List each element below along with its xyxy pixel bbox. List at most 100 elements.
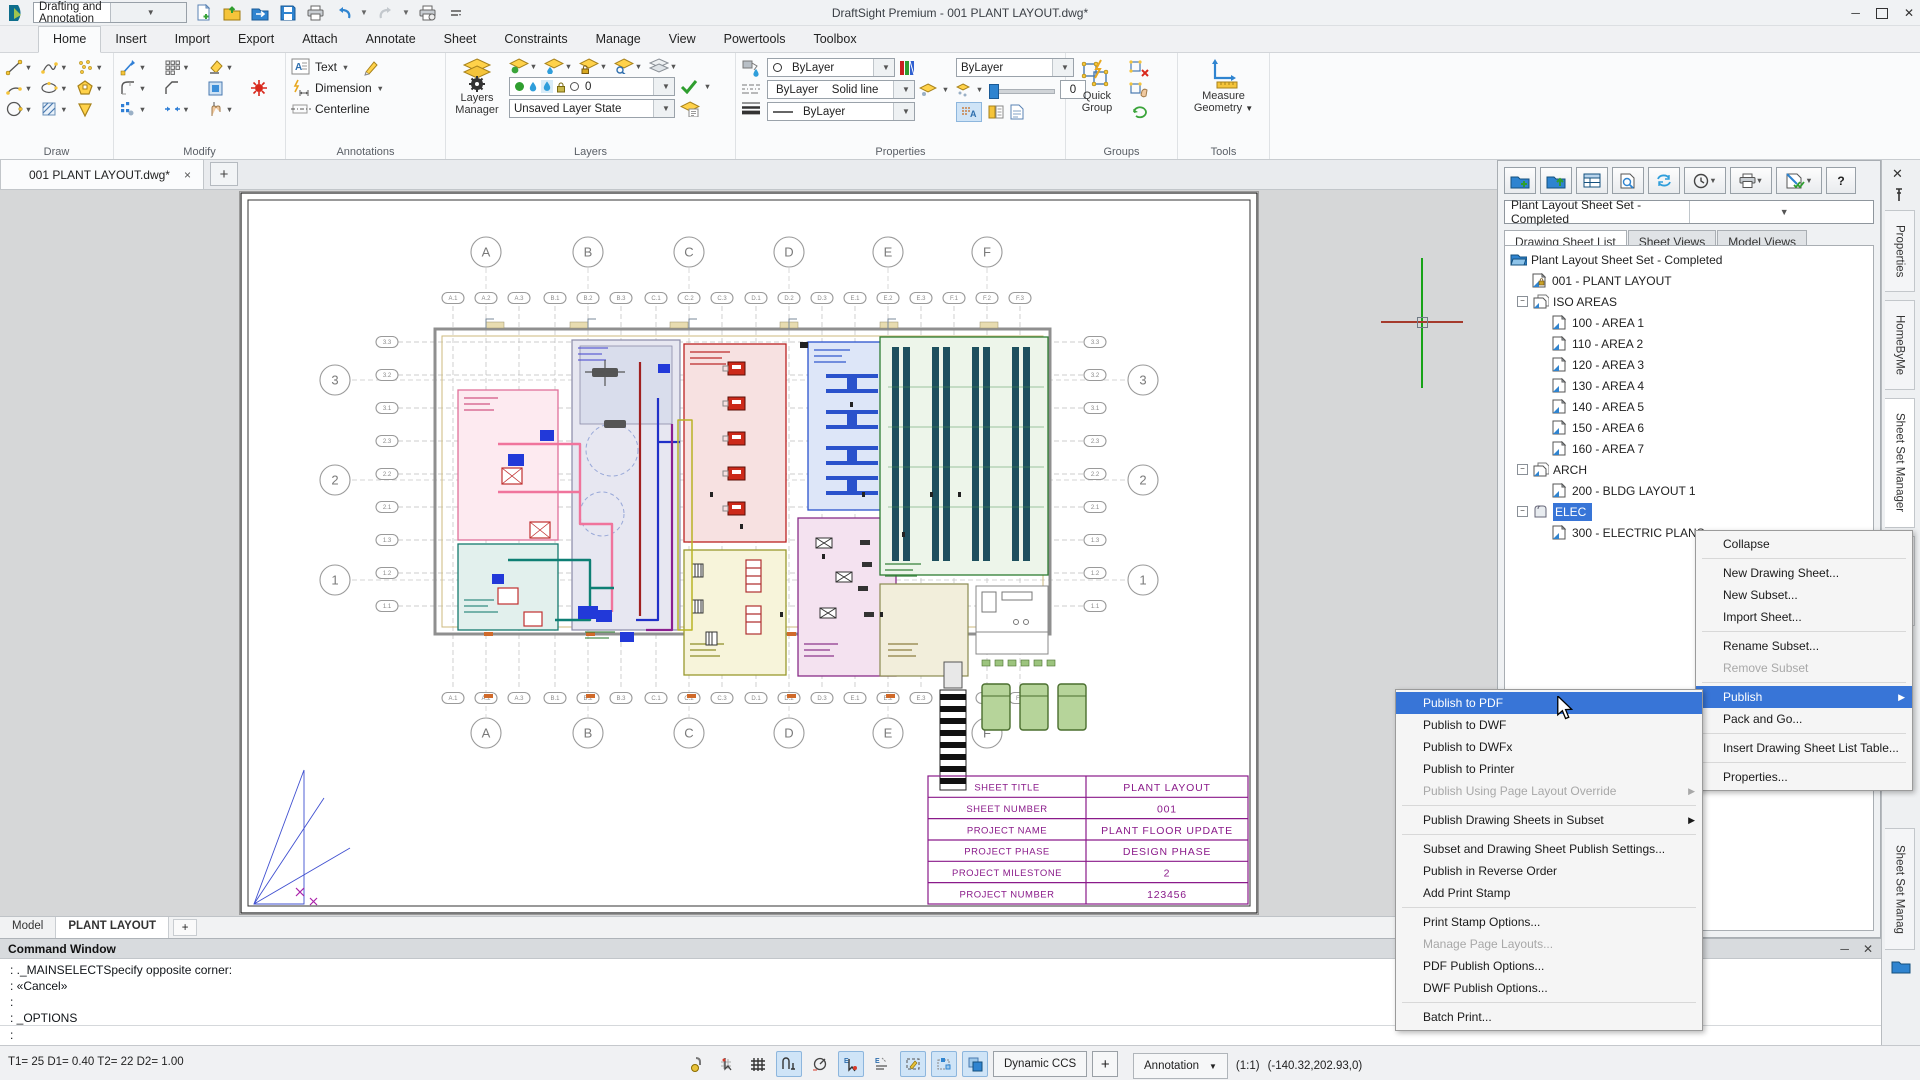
tree-item-200-bldg-layout-1[interactable]: 200 - BLDG LAYOUT 1 xyxy=(1505,480,1873,501)
transparency-toggle-icon[interactable] xyxy=(962,1051,988,1077)
pull-caret-icon[interactable]: ▼ xyxy=(225,105,234,114)
layer-preview-icon[interactable] xyxy=(614,58,634,74)
recent-button[interactable]: ▼ xyxy=(1684,167,1726,194)
layer-lock-caret[interactable]: ▼ xyxy=(599,62,608,71)
layer-preview-caret[interactable]: ▼ xyxy=(634,62,643,71)
menu-item-publish-reverse-order[interactable]: Publish in Reverse Order xyxy=(1396,860,1702,882)
tab-export[interactable]: Export xyxy=(224,27,288,52)
arc-tool-icon[interactable] xyxy=(5,79,24,98)
tab-attach[interactable]: Attach xyxy=(288,27,351,52)
circle-caret-icon[interactable]: ▼ xyxy=(24,105,33,114)
quick-group-button[interactable]: QuickGroup xyxy=(1071,58,1123,120)
document-tab[interactable]: 001 PLANT LAYOUT.dwg* × xyxy=(0,159,204,189)
chamfer-tool-icon[interactable] xyxy=(163,79,182,98)
tree-item-100-area-1[interactable]: 100 - AREA 1 xyxy=(1505,312,1873,333)
menu-item-collapse[interactable]: Collapse xyxy=(1696,533,1912,555)
centerline-tool-label[interactable]: Centerline xyxy=(315,102,370,116)
tab-toolbox[interactable]: Toolbox xyxy=(799,27,870,52)
menu-item-pack-and-go[interactable]: Pack and Go... xyxy=(1696,708,1912,730)
tab-import[interactable]: Import xyxy=(161,27,224,52)
layer-freeze-caret[interactable]: ▼ xyxy=(564,62,573,71)
plot-style-dropdown[interactable]: ByLayer ▼ xyxy=(956,58,1074,77)
panel-close-icon[interactable]: ✕ xyxy=(1892,166,1903,182)
redo-icon[interactable] xyxy=(374,2,397,23)
pattern-tool-icon[interactable] xyxy=(163,58,182,77)
fillet-caret-icon[interactable]: ▼ xyxy=(138,84,147,93)
undo-icon[interactable] xyxy=(332,2,355,23)
new-sheet-set-button[interactable] xyxy=(1504,167,1536,194)
ellipse-caret-icon[interactable]: ▼ xyxy=(59,84,68,93)
line-weight-dropdown[interactable]: ByLayer ▼ xyxy=(767,102,915,121)
redo-caret-icon[interactable]: ▼ xyxy=(402,8,411,17)
dimension-tool-label[interactable]: Dimension xyxy=(315,81,372,95)
layer-states-caret[interactable]: ▼ xyxy=(669,62,678,71)
converge-caret-icon[interactable]: ▼ xyxy=(182,105,191,114)
save-icon[interactable] xyxy=(276,2,299,23)
side-tab-homebyme[interactable]: HomeByMe xyxy=(1885,300,1915,390)
tab-manage[interactable]: Manage xyxy=(582,27,655,52)
restore-button[interactable] xyxy=(1876,8,1888,19)
region-tool-icon[interactable] xyxy=(206,79,225,98)
snap-toggle-icon[interactable] xyxy=(683,1051,709,1077)
transparency-handle[interactable] xyxy=(989,84,999,99)
preview-button[interactable] xyxy=(1612,167,1644,194)
layer-display-dropdown[interactable]: 0 ▼ xyxy=(509,77,675,96)
customize-toolbar-icon[interactable] xyxy=(444,2,467,23)
annotation-scale-dropdown[interactable]: Annotation▼ xyxy=(1133,1053,1228,1079)
polyline-tool-icon[interactable] xyxy=(40,58,59,77)
menu-item-publish-to-dwf[interactable]: Publish to DWF xyxy=(1396,714,1702,736)
menu-item-dwf-publish-options[interactable]: DWF Publish Options... xyxy=(1396,977,1702,999)
polygon-tool-icon[interactable] xyxy=(76,79,95,98)
centerline-tool-icon[interactable] xyxy=(291,100,311,118)
polyline-caret-icon[interactable]: ▼ xyxy=(59,63,68,72)
menu-item-publish-to-dwfx[interactable]: Publish to DWFx xyxy=(1396,736,1702,758)
group-toggle-icon[interactable] xyxy=(1129,104,1151,120)
ellipse-tool-icon[interactable] xyxy=(40,79,59,98)
menu-item-insert-sheet-list-table[interactable]: Insert Drawing Sheet List Table... xyxy=(1696,737,1912,759)
esnap-toggle-icon[interactable]: E xyxy=(838,1051,864,1077)
minimize-button[interactable]: ─ xyxy=(1851,6,1860,20)
edit-group-icon[interactable] xyxy=(1129,82,1151,100)
tree-item-arch[interactable]: − ARCH xyxy=(1505,459,1873,480)
move-tool-icon[interactable] xyxy=(119,58,138,77)
palette-folder-icon[interactable] xyxy=(1891,958,1911,977)
add-layout-button[interactable]: + xyxy=(173,919,197,936)
tab-insert[interactable]: Insert xyxy=(101,27,160,52)
recent-caret-icon[interactable]: ▼ xyxy=(1709,176,1717,185)
dimension-tool-icon[interactable] xyxy=(291,79,311,97)
move-caret-icon[interactable]: ▼ xyxy=(138,63,147,72)
grid-snap-toggle-icon[interactable] xyxy=(714,1051,740,1077)
sheet-set-dropdown[interactable]: Plant Layout Sheet Set - Completed ▼ xyxy=(1504,200,1874,224)
text-caret-icon[interactable]: ▼ xyxy=(341,63,350,72)
linestyle-sample-icon[interactable] xyxy=(741,82,761,96)
tree-item-120-area-3[interactable]: 120 - AREA 3 xyxy=(1505,354,1873,375)
line-color-dropdown[interactable]: ByLayer ▼ xyxy=(767,58,895,77)
transparency-caret[interactable]: ▼ xyxy=(975,85,984,94)
new-document-tab-button[interactable]: + xyxy=(210,162,238,186)
power-trim-icon[interactable] xyxy=(250,79,269,98)
collapse-box-icon[interactable]: − xyxy=(1517,506,1528,517)
stretch-caret-icon[interactable]: ▼ xyxy=(138,105,147,114)
dynamic-ccs-button[interactable]: Dynamic CCS xyxy=(993,1051,1087,1077)
linestyle-layer-caret[interactable]: ▼ xyxy=(941,85,950,94)
tree-item-iso-areas[interactable]: − ISO AREAS xyxy=(1505,291,1873,312)
pattern-caret-icon[interactable]: ▼ xyxy=(182,63,191,72)
linestyle-layer-icon[interactable] xyxy=(919,83,937,97)
pull-tool-icon[interactable] xyxy=(206,100,225,119)
ortho-toggle-icon[interactable] xyxy=(776,1051,802,1077)
menu-item-publish-to-printer[interactable]: Publish to Printer xyxy=(1396,758,1702,780)
tree-item-140-area-5[interactable]: 140 - AREA 5 xyxy=(1505,396,1873,417)
points-caret-icon[interactable]: ▼ xyxy=(95,63,104,72)
tab-constraints[interactable]: Constraints xyxy=(490,27,581,52)
lineweight-sample-icon[interactable] xyxy=(741,101,761,115)
publish-caret-icon[interactable]: ▼ xyxy=(1805,176,1813,185)
batch-print-icon[interactable] xyxy=(416,2,439,23)
tree-item-160-area-7[interactable]: 160 - AREA 7 xyxy=(1505,438,1873,459)
tab-plant-layout[interactable]: PLANT LAYOUT xyxy=(56,917,169,938)
polygon-caret-icon[interactable]: ▼ xyxy=(95,84,104,93)
side-tab-sheet-set-manager[interactable]: Sheet Set Manager xyxy=(1885,398,1915,528)
print-sheet-caret-icon[interactable]: ▼ xyxy=(1756,176,1764,185)
new-file-icon[interactable] xyxy=(192,2,215,23)
layer-state-manager-icon[interactable] xyxy=(680,101,700,117)
erase-tool-icon[interactable] xyxy=(206,58,225,77)
